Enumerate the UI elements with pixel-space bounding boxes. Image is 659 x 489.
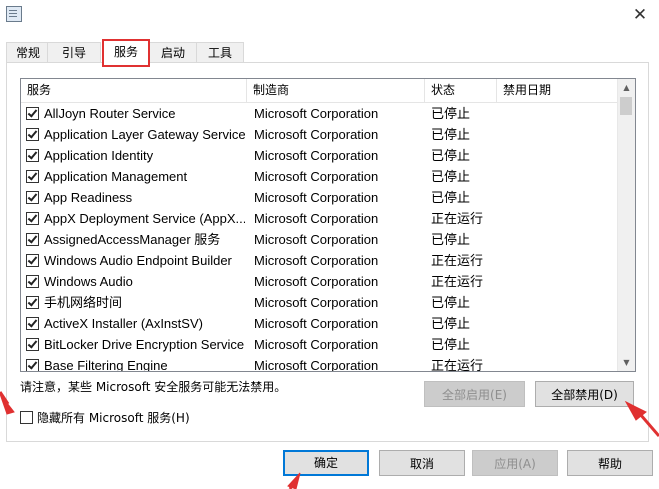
tab-services[interactable]: 服务: [102, 39, 150, 67]
annotation-overlay: [0, 391, 659, 489]
